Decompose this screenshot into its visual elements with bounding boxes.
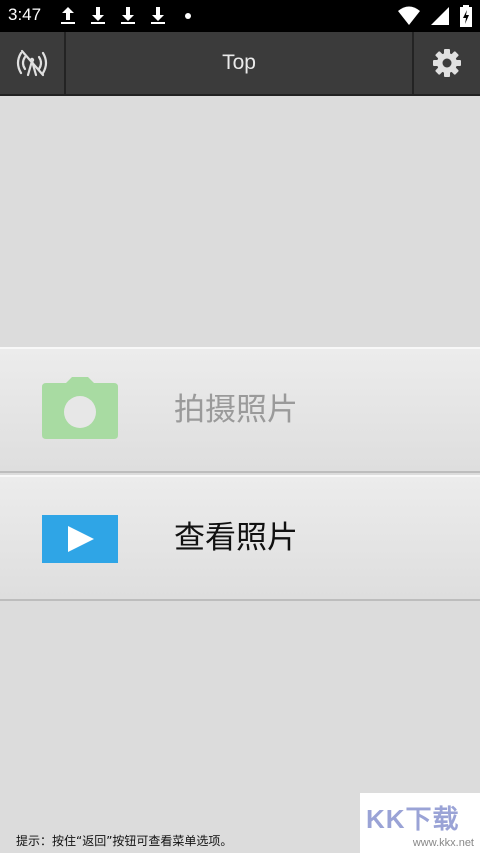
- watermark-text: KK下载: [366, 804, 460, 834]
- gear-icon: [433, 49, 461, 77]
- camera-icon: [42, 377, 118, 439]
- take-photo-label: 拍摄照片: [174, 392, 298, 428]
- take-photo-item[interactable]: 拍摄照片: [0, 347, 480, 473]
- view-photos-label: 查看照片: [174, 520, 298, 556]
- download-icon: [121, 7, 135, 24]
- status-time: 3:47: [8, 5, 42, 24]
- view-photos-item[interactable]: 查看照片: [0, 475, 480, 601]
- settings-button[interactable]: [412, 32, 480, 94]
- battery-icon: [460, 5, 472, 27]
- status-bar: 3:47: [0, 0, 480, 32]
- wireless-off-icon: [16, 49, 48, 77]
- play-icon: [42, 515, 118, 563]
- download-icon: [91, 7, 105, 24]
- upload-icon: [61, 7, 75, 24]
- hint-text: 提示：按住“返回”按钮可查看菜单选项。: [16, 834, 233, 848]
- wireless-toggle-button[interactable]: [0, 32, 66, 94]
- watermark-url: www.kkx.net: [412, 837, 474, 849]
- toolbar-title: Top: [222, 51, 256, 74]
- wifi-icon: [398, 6, 420, 25]
- download-icon: [151, 7, 165, 24]
- dot-icon: [185, 13, 191, 19]
- signal-icon: [431, 7, 449, 25]
- toolbar: Top: [0, 32, 480, 96]
- watermark-logo: KK下载 www.kkx.net: [360, 793, 480, 853]
